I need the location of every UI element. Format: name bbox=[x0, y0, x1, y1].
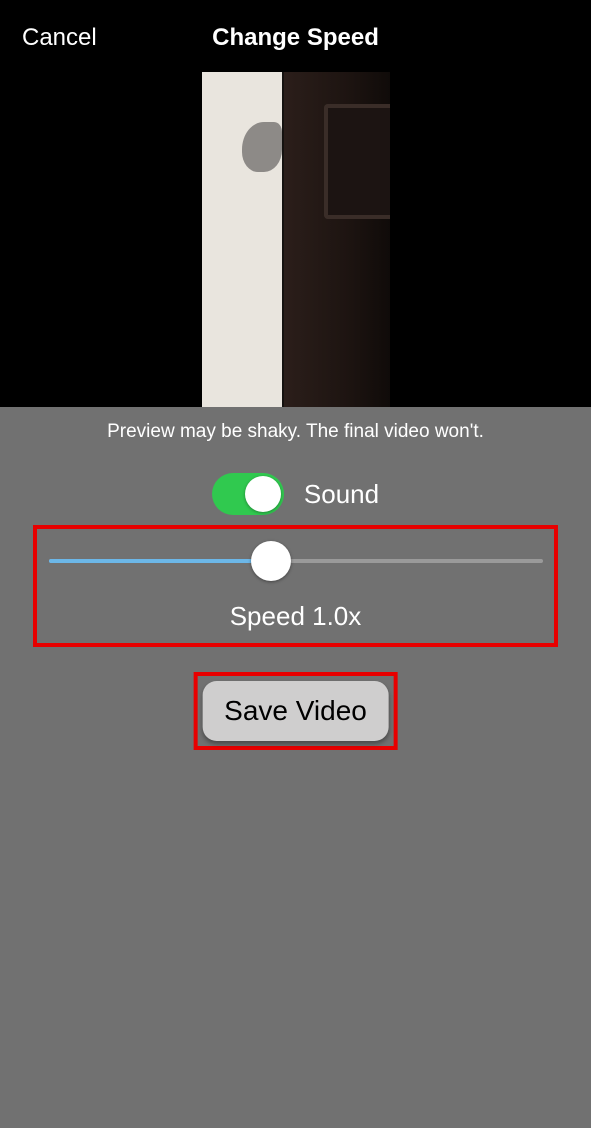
speed-slider-container: Speed 1.0x bbox=[33, 525, 558, 647]
preview-door bbox=[282, 72, 390, 407]
sound-label: Sound bbox=[304, 479, 379, 510]
top-region: Cancel Change Speed bbox=[0, 0, 591, 407]
controls-panel: Preview may be shaky. The final video wo… bbox=[0, 407, 591, 1128]
speed-slider[interactable] bbox=[49, 539, 543, 583]
save-video-button[interactable]: Save Video bbox=[202, 681, 389, 741]
sound-toggle[interactable] bbox=[212, 473, 284, 515]
app-screen: Cancel Change Speed Preview may be shaky… bbox=[0, 0, 591, 1128]
slider-track-fill bbox=[49, 559, 271, 563]
preview-subject bbox=[242, 122, 282, 172]
toggle-knob bbox=[245, 476, 281, 512]
header-bar: Cancel Change Speed bbox=[0, 0, 591, 75]
page-title: Change Speed bbox=[212, 24, 379, 52]
save-button-container: Save Video bbox=[193, 672, 398, 750]
sound-row: Sound bbox=[0, 473, 591, 515]
cancel-button[interactable]: Cancel bbox=[22, 24, 97, 52]
preview-door-panel bbox=[324, 104, 390, 219]
speed-value-label: Speed 1.0x bbox=[37, 601, 554, 632]
preview-note: Preview may be shaky. The final video wo… bbox=[0, 421, 591, 443]
slider-thumb[interactable] bbox=[251, 541, 291, 581]
video-preview[interactable] bbox=[202, 72, 390, 407]
